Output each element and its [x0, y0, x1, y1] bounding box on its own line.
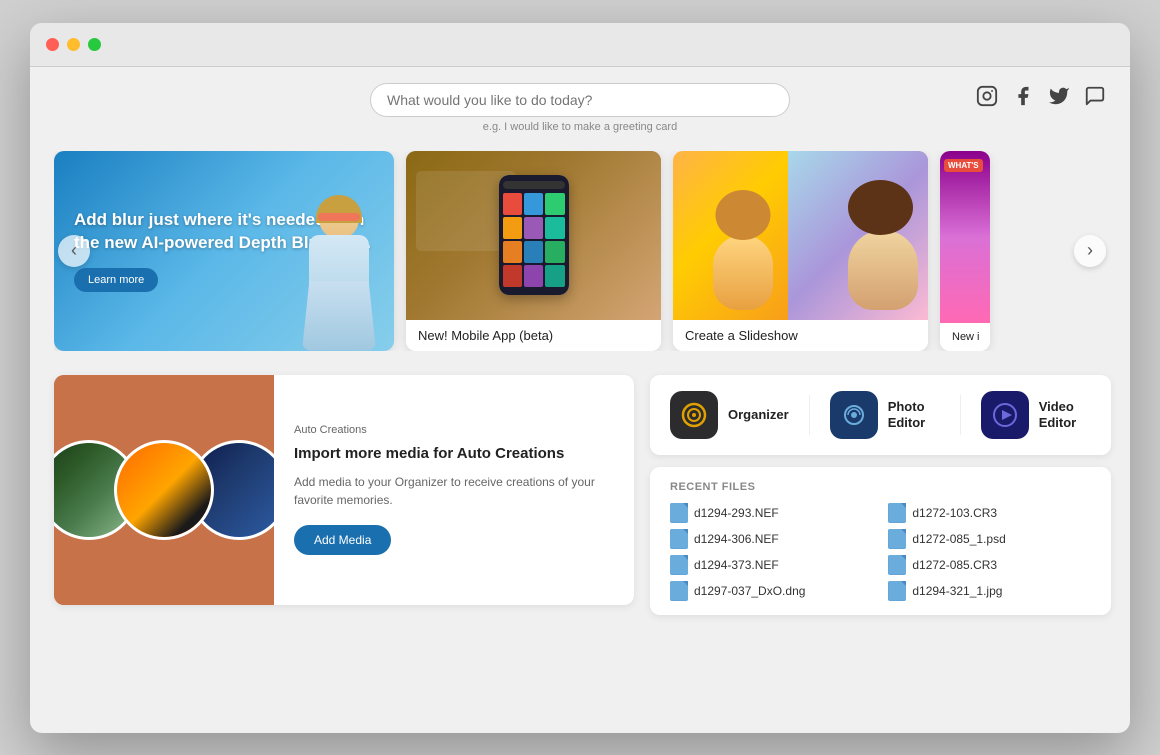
- whats-new-badge: WHAT'S: [944, 159, 983, 172]
- carousel-item-mobile-app: EXPLORE: [406, 151, 661, 351]
- file-name-3: d1294-306.NEF: [694, 532, 779, 546]
- organizer-label: Organizer: [728, 407, 789, 423]
- auto-creations-description: Add media to your Organizer to receive c…: [294, 473, 614, 509]
- tools-files-section: Organizer Photo E: [650, 375, 1111, 615]
- file-name-1: d1294-293.NEF: [694, 506, 779, 520]
- chat-icon[interactable]: [1084, 85, 1106, 107]
- auto-creations-card: Auto Creations Import more media for Aut…: [54, 375, 634, 605]
- titlebar: [30, 23, 1130, 67]
- search-area: e.g. I would like to make a greeting car…: [54, 83, 1106, 133]
- hero-card-image: Add blur just where it's needed with the…: [54, 151, 394, 351]
- search-hint: e.g. I would like to make a greeting car…: [483, 121, 677, 133]
- file-icon-5: [670, 555, 688, 575]
- creations-photo: [54, 375, 274, 605]
- photo-editor-tool[interactable]: Photo Editor: [830, 391, 940, 439]
- add-media-button[interactable]: Add Media: [294, 525, 391, 555]
- carousel-items: Add blur just where it's needed with the…: [54, 151, 1106, 351]
- mobile-app-card-image: EXPLORE: [406, 151, 661, 320]
- minimize-button[interactable]: [67, 38, 80, 51]
- file-item-5[interactable]: d1294-373.NEF: [670, 555, 872, 575]
- file-icon-6: [888, 555, 906, 575]
- instagram-icon[interactable]: [976, 85, 998, 107]
- recent-files-card: RECENT FILES d1294-293.NEF d1272-103.CR3: [650, 467, 1111, 615]
- file-item-7[interactable]: d1297-037_DxO.dng: [670, 581, 872, 601]
- bottom-section: Auto Creations Import more media for Aut…: [54, 375, 1106, 615]
- slideshow-label: Create a Slideshow: [673, 320, 928, 351]
- file-item-2[interactable]: d1272-103.CR3: [888, 503, 1090, 523]
- file-name-2: d1272-103.CR3: [912, 506, 997, 520]
- carousel-prev-button[interactable]: ‹: [58, 235, 90, 267]
- mobile-app-label: New! Mobile App (beta): [406, 320, 661, 351]
- recent-files-header: RECENT FILES: [670, 481, 1091, 493]
- file-icon-4: [888, 529, 906, 549]
- circle-photos: [54, 440, 274, 540]
- auto-creations-heading: Import more media for Auto Creations: [294, 444, 614, 464]
- video-editor-tool[interactable]: Video Editor: [981, 391, 1091, 439]
- learn-more-button[interactable]: Learn more: [74, 268, 158, 292]
- search-input[interactable]: [370, 83, 790, 117]
- tools-card: Organizer Photo E: [650, 375, 1111, 455]
- maximize-button[interactable]: [88, 38, 101, 51]
- file-item-4[interactable]: d1272-085_1.psd: [888, 529, 1090, 549]
- file-icon-7: [670, 581, 688, 601]
- file-icon-3: [670, 529, 688, 549]
- file-item-1[interactable]: d1294-293.NEF: [670, 503, 872, 523]
- file-name-5: d1294-373.NEF: [694, 558, 779, 572]
- file-icon-2: [888, 503, 906, 523]
- slideshow-card-image: TRY THIS 📷: [673, 151, 928, 320]
- file-name-8: d1294-321_1.jpg: [912, 584, 1002, 598]
- file-icon-8: [888, 581, 906, 601]
- video-editor-label: Video Editor: [1039, 399, 1077, 430]
- file-icon-1: [670, 503, 688, 523]
- file-name-4: d1272-085_1.psd: [912, 532, 1005, 546]
- twitter-icon[interactable]: [1048, 85, 1070, 107]
- carousel-item-hero: Add blur just where it's needed with the…: [54, 151, 394, 351]
- carousel-section: ‹ Add blur just where it's needed with t…: [54, 151, 1106, 351]
- carousel-item-slideshow: TRY THIS 📷: [673, 151, 928, 351]
- video-editor-icon: [981, 391, 1029, 439]
- facebook-icon[interactable]: [1012, 85, 1034, 107]
- files-grid: d1294-293.NEF d1272-103.CR3 d1294-306.NE…: [670, 503, 1091, 601]
- auto-creations-label: Auto Creations: [294, 424, 614, 436]
- organizer-tool[interactable]: Organizer: [670, 391, 789, 439]
- social-icons: [976, 85, 1106, 107]
- file-item-8[interactable]: d1294-321_1.jpg: [888, 581, 1090, 601]
- file-name-7: d1297-037_DxO.dng: [694, 584, 805, 598]
- file-item-3[interactable]: d1294-306.NEF: [670, 529, 872, 549]
- carousel-item-partial: WHAT'S New i: [940, 151, 990, 351]
- organizer-icon: [670, 391, 718, 439]
- hero-person-image: [254, 191, 394, 351]
- partial-card-image: WHAT'S: [940, 151, 990, 323]
- traffic-lights: [46, 38, 101, 51]
- main-content: e.g. I would like to make a greeting car…: [30, 67, 1130, 733]
- partial-label: New i: [940, 323, 990, 351]
- main-window: e.g. I would like to make a greeting car…: [30, 23, 1130, 733]
- creations-info: Auto Creations Import more media for Aut…: [274, 375, 634, 605]
- circle-photo-2: [114, 440, 214, 540]
- photo-editor-icon: [830, 391, 878, 439]
- close-button[interactable]: [46, 38, 59, 51]
- photo-editor-label: Photo Editor: [888, 399, 926, 430]
- carousel-next-button[interactable]: ›: [1074, 235, 1106, 267]
- file-name-6: d1272-085.CR3: [912, 558, 997, 572]
- file-item-6[interactable]: d1272-085.CR3: [888, 555, 1090, 575]
